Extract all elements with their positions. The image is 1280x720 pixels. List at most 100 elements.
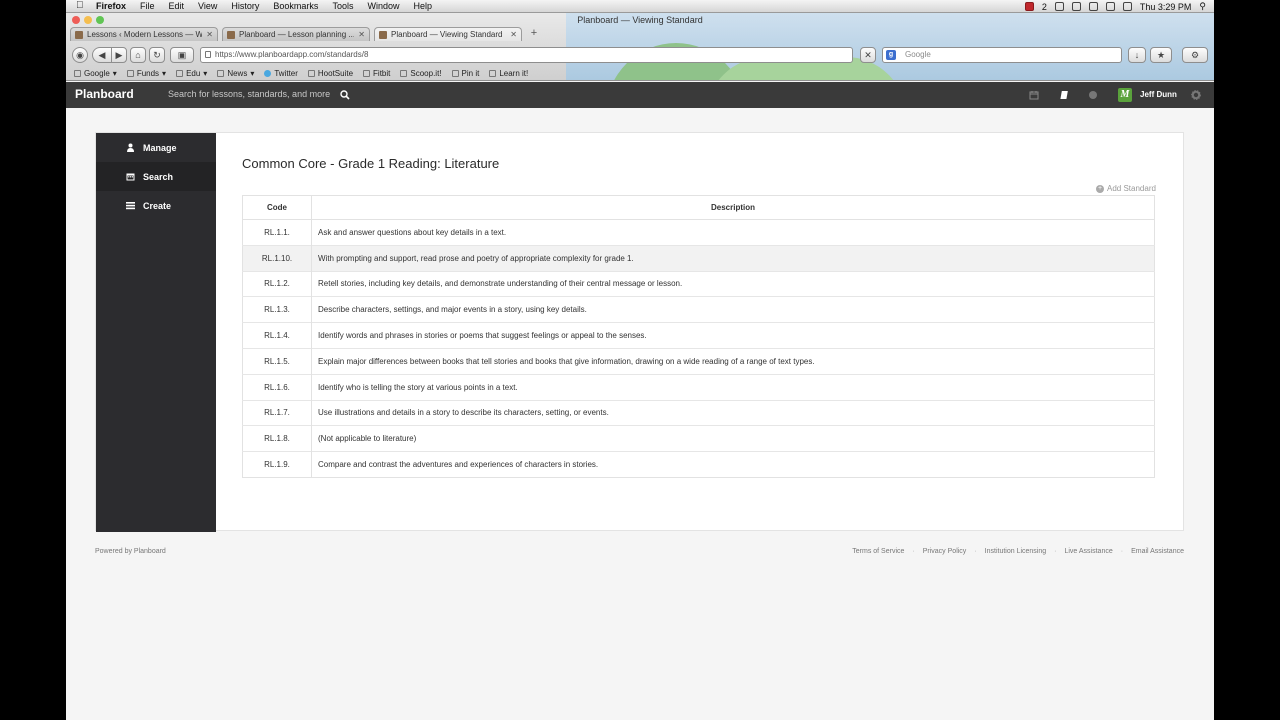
menu-edit[interactable]: Edit — [169, 1, 185, 11]
firefox-menu-icon[interactable]: ◉ — [72, 47, 88, 63]
spotlight-icon[interactable]: ⚲ — [1199, 1, 1206, 12]
menubar-clock[interactable]: Thu 3:29 PM — [1140, 2, 1192, 12]
menu-help[interactable]: Help — [413, 1, 432, 11]
screenshot-icon[interactable]: ▣ — [170, 47, 194, 63]
bookmark-edu[interactable]: Edu ▾ — [176, 69, 207, 78]
footer-link-email-assistance[interactable]: Email Assistance — [1131, 548, 1184, 555]
tab-close-icon[interactable]: ✕ — [510, 30, 517, 39]
page-icon — [451, 70, 459, 77]
footer-link-institution-licensing[interactable]: Institution Licensing — [985, 548, 1046, 555]
tab-close-icon[interactable]: ✕ — [206, 30, 213, 39]
google-search-engine-icon[interactable]: g — [886, 50, 896, 60]
search-icon[interactable] — [340, 90, 350, 100]
standard-description: Describe characters, settings, and major… — [311, 296, 1155, 323]
menu-history[interactable]: History — [231, 1, 259, 11]
standard-description: Identify who is telling the story at var… — [311, 373, 1155, 401]
site-search-input[interactable]: Search for lessons, standards, and more — [168, 89, 348, 99]
new-tab-button[interactable]: + — [526, 27, 542, 40]
menu-bookmarks[interactable]: Bookmarks — [273, 1, 318, 11]
globe-icon[interactable] — [1088, 90, 1098, 100]
brand-logo[interactable]: Planboard — [75, 87, 134, 101]
bookmark-label: Scoop.it! — [410, 69, 442, 78]
menu-tools[interactable]: Tools — [332, 1, 353, 11]
tray-wifi-icon[interactable] — [1105, 2, 1115, 11]
table-header-row: Code Description — [242, 195, 1155, 220]
browser-tab-active[interactable]: Planboard — Viewing Standard ✕ — [374, 27, 522, 41]
table-row[interactable]: RL.1.1. Ask and answer questions about ke… — [242, 219, 1155, 246]
bookmark-label: Edu — [186, 69, 201, 78]
table-row[interactable]: RL.1.9. Compare and contrast the adventur… — [242, 451, 1155, 478]
table-row[interactable]: RL.1.3. Describe characters, settings, an… — [242, 296, 1155, 323]
bookmark-fitbit[interactable]: Fitbit — [363, 69, 390, 78]
footer-powered-by[interactable]: Powered by Planboard — [95, 548, 166, 555]
bookmark-funds[interactable]: Funds ▾ — [126, 69, 166, 78]
standard-description: Retell stories, including key details, a… — [311, 270, 1155, 297]
bookmark-hootsuite[interactable]: HootSuite — [307, 69, 353, 78]
table-row[interactable]: RL.1.5. Explain major differences between… — [242, 347, 1155, 375]
downloads-icon[interactable]: ↓ — [1128, 47, 1146, 63]
tray-volume-icon[interactable] — [1122, 2, 1132, 11]
footer-link-privacy[interactable]: Privacy Policy — [923, 548, 967, 555]
menu-window[interactable]: Window — [367, 1, 399, 11]
url-bar[interactable]: https://www.planboardapp.com/standards/8 — [200, 47, 853, 63]
add-standard-link[interactable]: + Add Standard — [1096, 184, 1156, 193]
table-row[interactable]: RL.1.8. (Not applicable to literature) — [242, 425, 1155, 452]
tray-badge-count[interactable]: 2 — [1042, 2, 1047, 12]
table-row-hovered[interactable]: RL.1.10. With prompting and support, read… — [242, 244, 1155, 272]
standard-code: RL.1.6. — [242, 373, 312, 401]
footer-separator: · — [912, 548, 915, 555]
sidebar-item-search[interactable]: Search — [96, 162, 216, 191]
extension-icon[interactable]: ⚙ — [1182, 47, 1208, 63]
calendar-icon — [126, 173, 135, 181]
bookmark-learnit[interactable]: Learn it! — [489, 69, 528, 78]
calendar-icon[interactable] — [1029, 90, 1039, 100]
footer-link-live-assistance[interactable]: Live Assistance — [1064, 548, 1112, 555]
bookmark-pinit[interactable]: Pin it — [451, 69, 479, 78]
sidebar-item-label: Search — [143, 171, 174, 182]
table-row[interactable]: RL.1.7. Use illustrations and details in … — [242, 399, 1155, 426]
sidebar-item-label: Create — [143, 200, 172, 211]
browser-tab[interactable]: Planboard — Lesson planning ... ✕ — [222, 27, 370, 41]
tab-close-icon[interactable]: ✕ — [358, 30, 365, 39]
menu-view[interactable]: View — [198, 1, 217, 11]
back-button[interactable]: ◀ — [92, 47, 112, 63]
tray-sync-icon[interactable] — [1054, 2, 1064, 11]
gear-icon[interactable] — [1191, 90, 1201, 100]
footer-separator: · — [974, 548, 977, 555]
tray-info-icon[interactable] — [1071, 2, 1081, 11]
sidebar-item-create[interactable]: Create — [96, 191, 216, 220]
url-text: https://www.planboardapp.com/standards/8 — [215, 50, 369, 59]
standard-description: Explain major differences between books … — [311, 347, 1155, 375]
footer-link-terms[interactable]: Terms of Service — [852, 548, 904, 555]
book-icon[interactable] — [1059, 90, 1069, 100]
tray-battery-icon[interactable] — [1088, 2, 1098, 11]
apple-icon[interactable]:  — [76, 1, 86, 11]
bookmark-scoopit[interactable]: Scoop.it! — [400, 69, 442, 78]
user-name[interactable]: Jeff Dunn — [1140, 90, 1177, 99]
sidebar-item-manage[interactable]: Manage — [96, 133, 216, 162]
bookmark-label: Google — [84, 69, 110, 78]
browser-search-bar[interactable]: g Google — [882, 47, 1122, 63]
bookmark-google[interactable]: Google ▾ — [74, 69, 117, 78]
user-icon — [127, 143, 134, 152]
tray-app-icon[interactable] — [1024, 2, 1034, 11]
stop-icon[interactable]: ✕ — [860, 47, 876, 63]
menu-file[interactable]: File — [140, 1, 155, 11]
app-topnav: Planboard Search for lessons, standards,… — [66, 82, 1214, 108]
chevron-down-icon: ▾ — [250, 69, 255, 78]
bookmark-news[interactable]: News ▾ — [217, 69, 254, 78]
browser-tab[interactable]: Lessons ‹ Modern Lessons — W... ✕ — [70, 27, 218, 41]
table-row[interactable]: RL.1.4. Identify words and phrases in sto… — [242, 322, 1155, 349]
add-standard-label: Add Standard — [1107, 184, 1156, 193]
screen:  Firefox File Edit View History Bookmar… — [66, 0, 1214, 720]
reload-icon[interactable]: ↻ — [149, 47, 165, 63]
bookmark-menu-icon[interactable]: ★ — [1150, 47, 1172, 63]
table-row[interactable]: RL.1.6. Identify who is telling the story… — [242, 373, 1155, 401]
bookmark-twitter[interactable]: Twitter — [264, 69, 298, 78]
table-row[interactable]: RL.1.2. Retell stories, including key det… — [242, 270, 1155, 297]
menu-app-firefox[interactable]: Firefox — [96, 1, 126, 11]
home-icon[interactable]: ⌂ — [130, 47, 146, 63]
forward-button[interactable]: ▶ — [111, 47, 127, 63]
standard-code: RL.1.10. — [242, 244, 312, 272]
avatar[interactable]: M — [1118, 88, 1132, 102]
